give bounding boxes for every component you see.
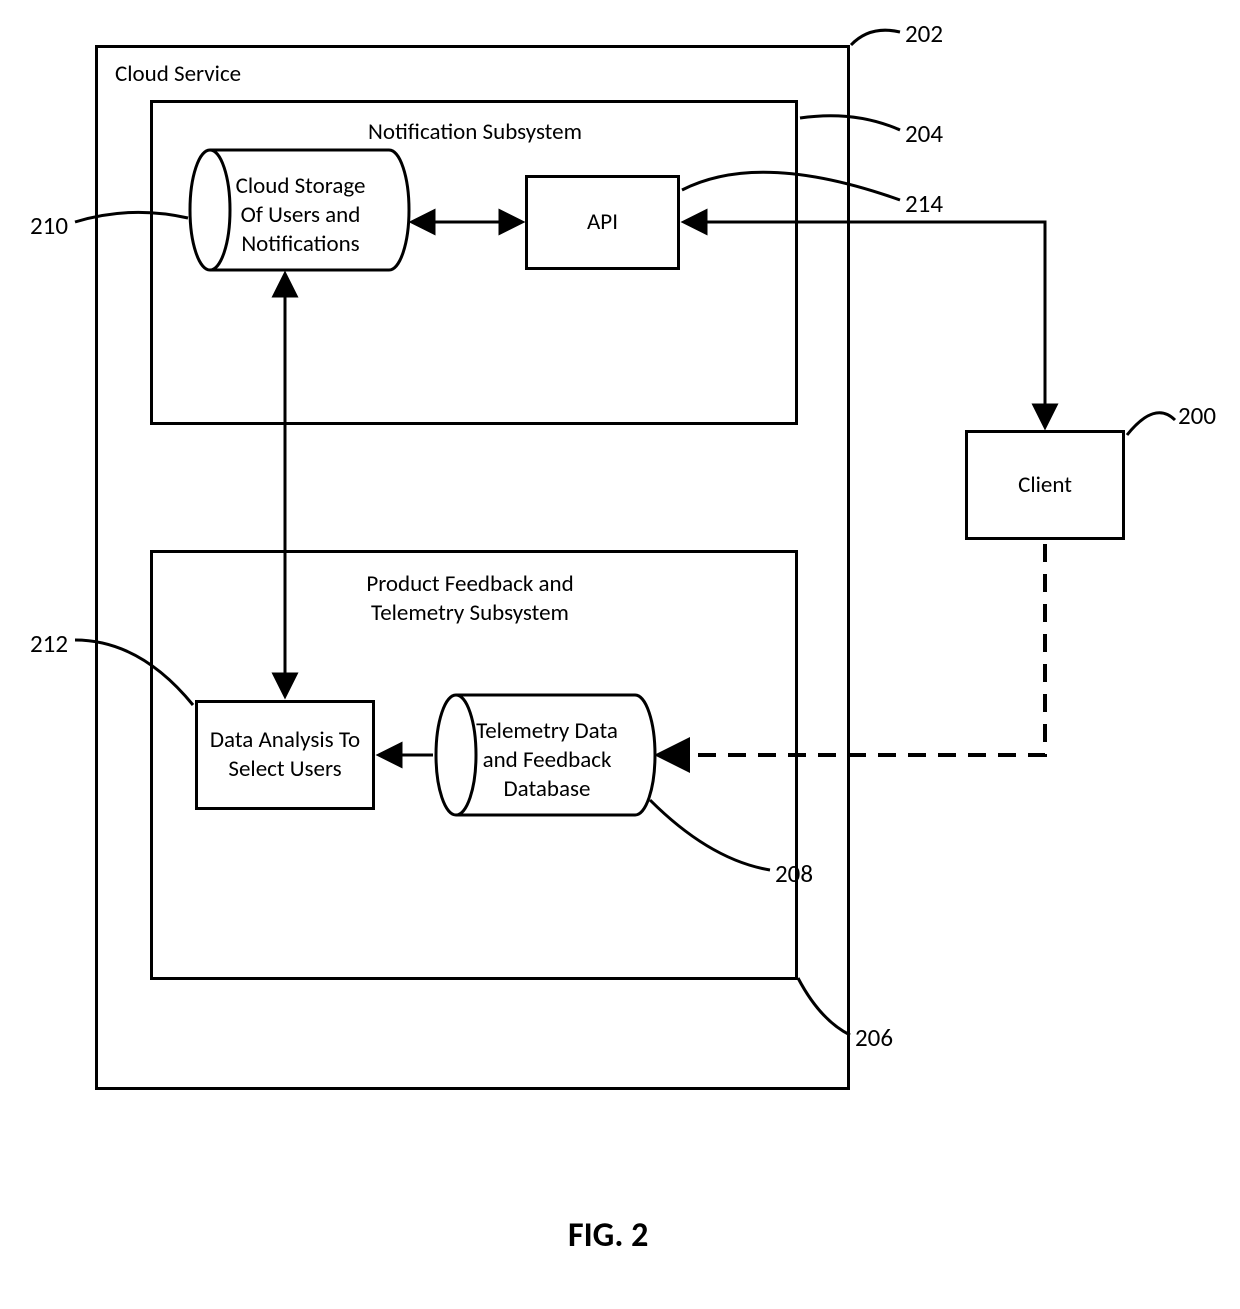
leader-212 [75, 640, 193, 705]
leader-214 [682, 172, 900, 200]
leader-206 [798, 978, 850, 1035]
ref-202: 202 [905, 18, 943, 49]
leader-210 [75, 212, 188, 222]
leader-200 [1127, 413, 1175, 435]
leader-204 [800, 116, 900, 130]
figure-caption: FIG. 2 [568, 1215, 648, 1256]
ref-200: 200 [1178, 400, 1216, 431]
arrow-client-db-dashed [660, 544, 1045, 755]
ref-214: 214 [905, 188, 943, 219]
leader-208 [650, 800, 770, 870]
ref-208: 208 [775, 858, 813, 889]
arrow-api-client [685, 222, 1045, 426]
ref-204: 204 [905, 118, 943, 149]
ref-212: 212 [30, 628, 68, 659]
leader-202 [851, 30, 900, 45]
ref-210: 210 [30, 210, 68, 241]
ref-206: 206 [855, 1022, 893, 1053]
